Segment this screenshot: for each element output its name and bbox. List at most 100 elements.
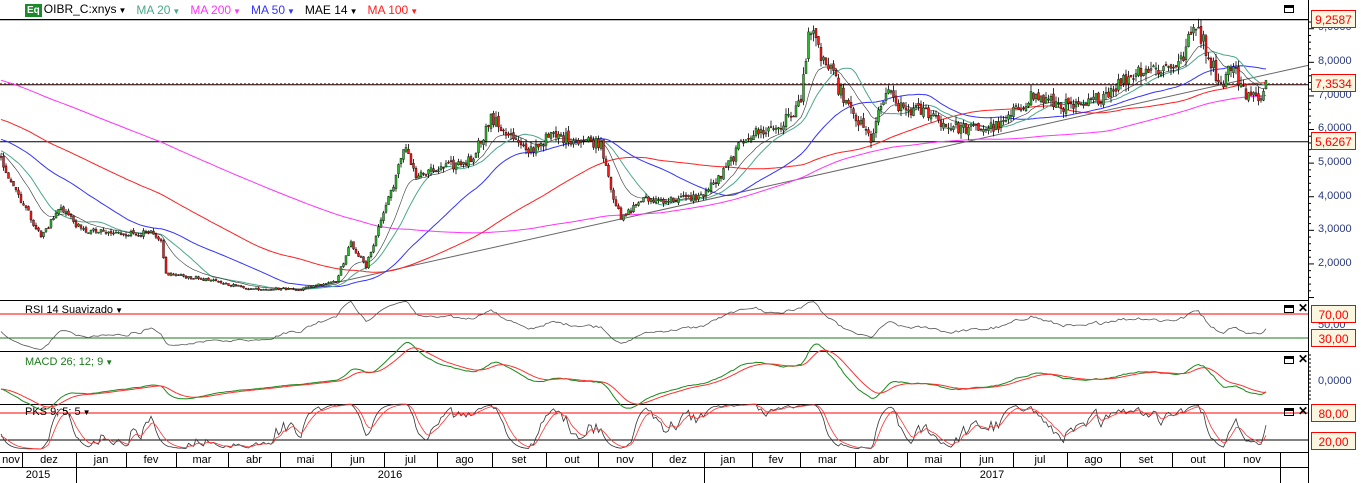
candle (1149, 68, 1153, 71)
candle (224, 282, 228, 285)
candle (1087, 98, 1090, 107)
maximize-pks-button[interactable] (1284, 407, 1294, 417)
candle (757, 129, 760, 135)
candle (1054, 101, 1058, 108)
candle (1229, 67, 1233, 71)
candle (597, 138, 600, 148)
pks-title[interactable]: PKS 9; 5; 5 ▼ (25, 406, 91, 418)
candle (422, 173, 425, 175)
candle (557, 133, 560, 139)
candle (529, 146, 533, 153)
candle (487, 124, 490, 127)
candle (187, 276, 190, 279)
candle (934, 115, 938, 117)
candle (742, 142, 745, 144)
candle (949, 128, 953, 131)
candle (734, 147, 738, 162)
candle (292, 288, 295, 290)
price-tag-current: 7,3534 (1311, 74, 1356, 92)
candle (409, 153, 413, 165)
month-label: set (1138, 454, 1154, 466)
legend-ma100[interactable]: MA 100 ▼ (368, 3, 419, 17)
candle (437, 170, 440, 173)
legend-mae14[interactable]: MAE 14 ▼ (305, 3, 358, 17)
candle (869, 133, 873, 143)
candle (347, 247, 350, 256)
close-rsi-button[interactable]: ✕ (1298, 302, 1308, 314)
candle (37, 227, 40, 231)
maximize-rsi-button[interactable] (1284, 304, 1294, 314)
legend-ma20[interactable]: MA 20 ▼ (136, 3, 180, 17)
maximize-macd-button[interactable] (1284, 355, 1294, 365)
rsi-title[interactable]: RSI 14 Suavizado ▼ (25, 304, 123, 316)
candle (784, 114, 788, 128)
candle (982, 128, 985, 133)
maximize-main-button[interactable] (1284, 4, 1294, 14)
candle (337, 275, 340, 282)
candle (779, 128, 783, 130)
legend-ma200[interactable]: MA 200 ▼ (190, 3, 241, 17)
close-pks-button[interactable]: ✕ (1298, 405, 1308, 417)
candle (1264, 80, 1268, 90)
candle (1012, 106, 1015, 117)
price-chart[interactable] (0, 0, 1361, 483)
candle (1262, 90, 1265, 101)
candle (112, 232, 115, 235)
month-label: abr (246, 454, 262, 466)
candle (919, 103, 923, 115)
candle (369, 252, 373, 258)
candle (302, 287, 305, 291)
candle (782, 125, 785, 131)
macd-title[interactable]: MACD 26; 12; 9 ▼ (25, 356, 113, 368)
candle (662, 199, 665, 204)
candle (634, 204, 638, 206)
candle (559, 134, 563, 137)
candle (652, 199, 655, 203)
candle (294, 289, 298, 291)
candle (339, 266, 343, 276)
candle (752, 135, 755, 141)
candle (729, 157, 733, 162)
candle (672, 197, 675, 202)
candle (1187, 34, 1190, 47)
candle (497, 116, 500, 128)
candle (1039, 96, 1043, 102)
candle (1089, 98, 1093, 101)
candle (504, 132, 508, 136)
candle (227, 283, 230, 286)
candle (1212, 60, 1215, 69)
candle (692, 194, 695, 202)
symbol-selector[interactable]: Eq OIBR_C:xnys ▼ (25, 2, 126, 17)
candle (447, 161, 450, 164)
candle (1214, 60, 1218, 81)
candle (359, 256, 363, 258)
candle (134, 233, 138, 236)
candle (1232, 66, 1235, 74)
candle (379, 219, 383, 228)
candle (739, 140, 743, 143)
candle (817, 36, 820, 45)
candle (967, 126, 970, 136)
candle (327, 282, 330, 284)
candle (699, 193, 703, 196)
candle (1249, 91, 1253, 96)
candle (849, 102, 853, 108)
candle (1094, 93, 1098, 100)
candle (1052, 93, 1055, 107)
candle (199, 278, 203, 280)
candle (349, 241, 353, 247)
candle (1014, 105, 1018, 107)
candle (82, 228, 85, 230)
candle (1114, 88, 1118, 92)
legend-ma50[interactable]: MA 50 ▼ (251, 3, 295, 17)
close-macd-button[interactable]: ✕ (1298, 353, 1308, 365)
candle (387, 196, 390, 205)
candle (279, 288, 283, 291)
month-label: fev (143, 454, 159, 466)
candle (1184, 46, 1188, 60)
candle (689, 195, 693, 201)
candle (247, 288, 250, 291)
candle (582, 140, 585, 142)
candle (972, 124, 975, 126)
candle (834, 70, 838, 77)
